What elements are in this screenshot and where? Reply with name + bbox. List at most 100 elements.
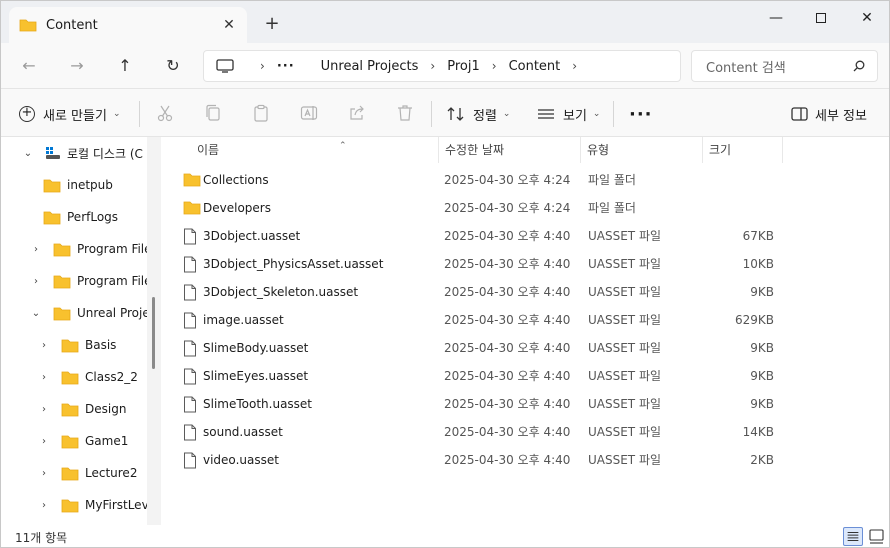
- file-explorer-window: Content ✕ + — ✕ ← → ↑ ↻ › ··· Unreal Pro…: [0, 0, 890, 548]
- toolbar-divider: [613, 101, 614, 127]
- file-name: Collections: [203, 173, 269, 187]
- chevron-down-icon[interactable]: ⌄: [29, 308, 43, 319]
- plus-icon: +: [19, 106, 35, 122]
- sidebar-item[interactable]: › Game1: [37, 425, 128, 457]
- more-options-button[interactable]: ···: [629, 103, 653, 125]
- breadcrumb-separator[interactable]: ›: [492, 59, 497, 73]
- details-view-icon[interactable]: [843, 527, 863, 546]
- sidebar-item[interactable]: › Basis: [37, 329, 116, 361]
- sidebar-item[interactable]: PerfLogs: [43, 201, 118, 233]
- rename-icon[interactable]: [299, 103, 319, 123]
- search-box[interactable]: Content 검색: [691, 50, 878, 82]
- sidebar-item-label: Design: [85, 402, 127, 416]
- sidebar-item[interactable]: › Design: [37, 393, 126, 425]
- folder-icon: [183, 173, 201, 187]
- file-row[interactable]: 3Dobject_Skeleton.uasset 2025-04-30 오후 4:…: [181, 278, 791, 306]
- close-button[interactable]: ✕: [844, 5, 889, 31]
- file-row[interactable]: Collections 2025-04-30 오후 4:24 파일 폴더: [181, 166, 791, 194]
- file-size: [703, 166, 774, 194]
- navigation-pane-scrollbar[interactable]: [147, 137, 161, 525]
- chevron-right-icon[interactable]: ›: [37, 404, 51, 415]
- breadcrumb-separator[interactable]: ›: [430, 59, 435, 73]
- scrollbar-thumb[interactable]: [152, 297, 155, 369]
- view-button[interactable]: 보기 ⌄: [537, 103, 600, 125]
- chevron-right-icon[interactable]: ›: [37, 340, 51, 351]
- file-date: 2025-04-30 오후 4:40: [444, 397, 571, 411]
- share-icon[interactable]: [347, 103, 367, 123]
- tab-close-icon[interactable]: ✕: [221, 17, 237, 33]
- chevron-right-icon[interactable]: ›: [29, 244, 43, 255]
- cut-icon[interactable]: [155, 103, 175, 123]
- file-date: 2025-04-30 오후 4:40: [444, 229, 571, 243]
- file-icon: [184, 368, 196, 385]
- chevron-down-icon[interactable]: ⌄: [21, 148, 35, 159]
- file-row[interactable]: video.uasset 2025-04-30 오후 4:40 UASSET 파일 2…: [181, 446, 791, 474]
- minimize-button[interactable]: —: [753, 5, 799, 31]
- column-header-size[interactable]: 크기: [703, 137, 783, 163]
- breadcrumb-overflow[interactable]: ···: [277, 59, 295, 74]
- paste-icon[interactable]: [251, 103, 271, 123]
- file-type: UASSET 파일: [588, 229, 662, 243]
- maximize-button[interactable]: [798, 5, 844, 31]
- file-size: 2KB: [750, 453, 774, 467]
- file-row[interactable]: Developers 2025-04-30 오후 4:24 파일 폴더: [181, 194, 791, 222]
- file-date: 2025-04-30 오후 4:24: [444, 173, 571, 187]
- chevron-down-icon: ⌄: [592, 109, 601, 119]
- sidebar-item[interactable]: › Lecture2: [37, 457, 137, 489]
- file-row[interactable]: sound.uasset 2025-04-30 오후 4:40 UASSET 파일 1…: [181, 418, 791, 446]
- breadcrumb-separator[interactable]: ›: [572, 59, 577, 73]
- address-bar[interactable]: › ··· Unreal Projects › Proj1 › Content …: [203, 50, 681, 82]
- delete-icon[interactable]: [395, 103, 415, 123]
- sidebar-item-label: MyFirstLeve: [85, 498, 157, 512]
- details-pane-button[interactable]: 세부 정보: [791, 103, 867, 125]
- chevron-right-icon[interactable]: ›: [37, 372, 51, 383]
- sort-button[interactable]: 정렬 ⌄: [447, 103, 510, 125]
- file-row[interactable]: image.uasset 2025-04-30 오후 4:40 UASSET 파일 6…: [181, 306, 791, 334]
- chevron-right-icon[interactable]: ›: [37, 500, 51, 511]
- file-row[interactable]: SlimeEyes.uasset 2025-04-30 오후 4:40 UASSET…: [181, 362, 791, 390]
- breadcrumb-content[interactable]: Content: [509, 59, 561, 74]
- column-header-name[interactable]: 이름 ⌃: [191, 137, 439, 163]
- column-header-date[interactable]: 수정한 날짜: [439, 137, 581, 163]
- breadcrumb-unreal-projects[interactable]: Unreal Projects: [321, 59, 419, 74]
- folder-icon: [61, 467, 79, 480]
- tab-content[interactable]: Content ✕: [9, 7, 247, 43]
- file-date: 2025-04-30 오후 4:40: [444, 453, 571, 467]
- back-button[interactable]: ←: [17, 54, 41, 78]
- sidebar-item[interactable]: ⌄ Unreal Project: [29, 297, 161, 329]
- refresh-button[interactable]: ↻: [161, 54, 185, 78]
- sidebar-item[interactable]: inetpub: [43, 169, 113, 201]
- folder-icon: [53, 275, 71, 288]
- sidebar-item-label: 로컬 디스크 (C: [67, 146, 143, 161]
- chevron-right-icon[interactable]: ›: [37, 468, 51, 479]
- breadcrumb-separator[interactable]: ›: [260, 59, 265, 73]
- sidebar-item[interactable]: › Program Files: [29, 233, 158, 265]
- sidebar-item[interactable]: ⌄ 로컬 디스크 (C: [21, 137, 143, 169]
- file-row[interactable]: SlimeBody.uasset 2025-04-30 오후 4:40 UASSET…: [181, 334, 791, 362]
- breadcrumb-proj1[interactable]: Proj1: [447, 59, 480, 74]
- new-button[interactable]: + 새로 만들기 ⌄: [19, 103, 120, 125]
- column-header-type[interactable]: 유형: [581, 137, 703, 163]
- file-row[interactable]: 3Dobject.uasset 2025-04-30 오후 4:40 UASSET …: [181, 222, 791, 250]
- sidebar-item-label: Game1: [85, 434, 129, 448]
- file-name: SlimeTooth.uasset: [203, 397, 313, 411]
- copy-icon[interactable]: [203, 103, 223, 123]
- sidebar-item-label: Basis: [85, 338, 117, 352]
- file-row[interactable]: SlimeTooth.uasset 2025-04-30 오후 4:40 UASSE…: [181, 390, 791, 418]
- chevron-right-icon[interactable]: ›: [37, 436, 51, 447]
- chevron-right-icon[interactable]: ›: [29, 276, 43, 287]
- folder-icon: [53, 243, 71, 256]
- maximize-icon: [816, 13, 826, 23]
- sidebar-item[interactable]: › Program Files: [29, 265, 158, 297]
- sidebar-item[interactable]: › Class2_2: [37, 361, 138, 393]
- search-input[interactable]: Content 검색: [706, 57, 853, 76]
- computer-icon[interactable]: [216, 59, 234, 73]
- new-tab-button[interactable]: +: [263, 15, 281, 33]
- file-row[interactable]: 3Dobject_PhysicsAsset.uasset 2025-04-30 오…: [181, 250, 791, 278]
- sidebar-item[interactable]: › MyFirstLeve: [37, 489, 156, 521]
- file-type: UASSET 파일: [588, 369, 662, 383]
- folder-icon: [183, 201, 201, 215]
- up-button[interactable]: ↑: [113, 54, 137, 78]
- forward-button[interactable]: →: [65, 54, 89, 78]
- large-icons-view-icon[interactable]: [867, 527, 887, 546]
